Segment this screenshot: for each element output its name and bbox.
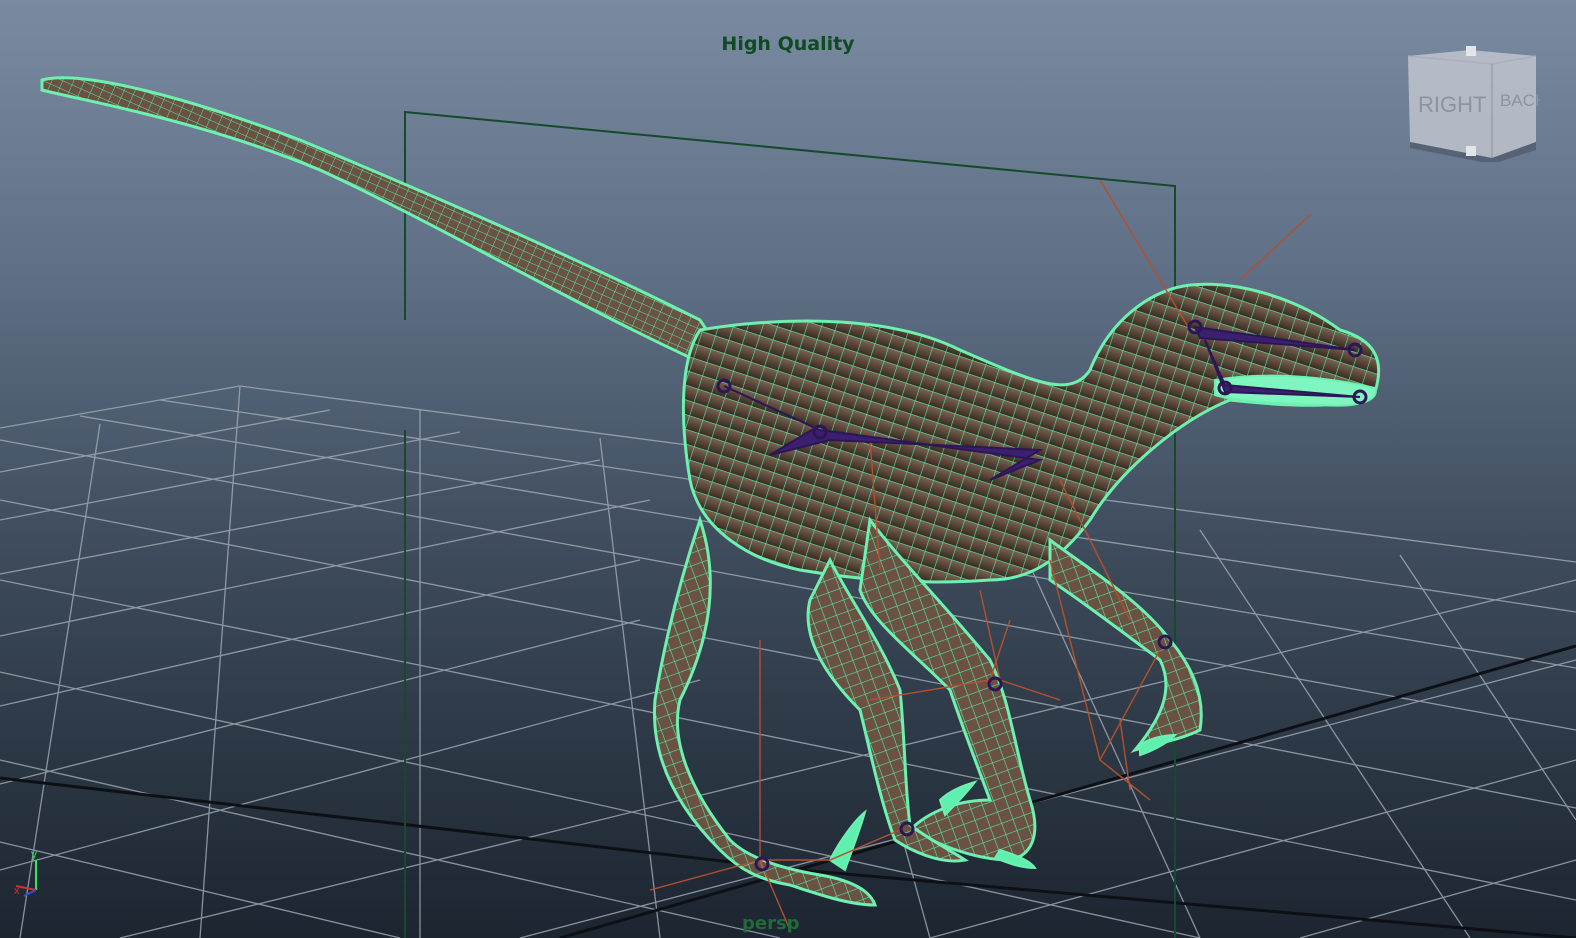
tail-mesh (40, 76, 745, 384)
front-leg-far (1048, 537, 1203, 754)
camera-name-label: persp (742, 913, 800, 934)
view-cube-back-face[interactable]: BACK (1500, 91, 1540, 110)
axis-x-label: x (14, 885, 20, 897)
view-cube-right-face[interactable]: RIGHT (1418, 92, 1486, 117)
axis-y-label: y (31, 847, 37, 861)
scene-canvas[interactable] (0, 0, 1576, 938)
viewport-persp[interactable]: High Quality RIGHT BACK y x persp (0, 0, 1576, 938)
grid-axis-lines (0, 644, 1576, 938)
hud-quality-label: High Quality (721, 33, 855, 55)
view-cube[interactable]: RIGHT BACK (1404, 46, 1540, 162)
body-mesh (681, 282, 1381, 584)
axis-indicator: y x (14, 847, 37, 897)
